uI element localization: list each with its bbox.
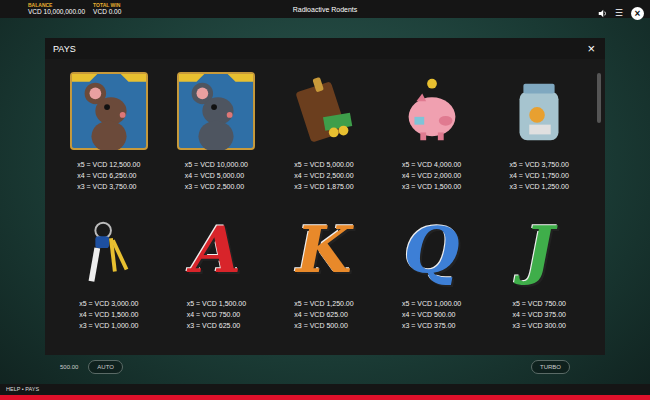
scroll-thumb[interactable]: [597, 73, 601, 123]
symbol-card: Ax5 = VCD 1,500.00x4 = VCD 750.00x3 = VC…: [163, 210, 271, 331]
breadcrumb: HELP • PAYS: [0, 384, 650, 395]
letter-symbol: Q: [404, 218, 460, 282]
paytable: x5 = VCD 12,500.00x4 = VCD 6,250.00x3 = …: [55, 71, 593, 347]
jar-icon: [500, 72, 578, 150]
game-controls: 500.00 AUTO TURBO: [0, 360, 650, 384]
symbol-card: x5 = VCD 3,000.00x4 = VCD 1,500.00x3 = V…: [55, 210, 163, 331]
piggy-bank-icon: [393, 72, 471, 150]
close-button[interactable]: ×: [587, 43, 595, 55]
top-bar: BALANCEVCD 10,000,000.00 TOTAL WINVCD 0.0…: [0, 0, 650, 18]
menu-button[interactable]: ☰: [615, 9, 623, 18]
symbol-card: Jx5 = VCD 750.00x4 = VCD 375.00x3 = VCD …: [485, 210, 593, 331]
pay-values: x5 = VCD 1,500.00x4 = VCD 750.00x3 = VCD…: [187, 298, 246, 331]
auto-button[interactable]: AUTO: [88, 360, 123, 374]
speaker-icon[interactable]: [598, 9, 607, 18]
close-game-button[interactable]: ×: [631, 7, 644, 20]
turbo-button[interactable]: TURBO: [531, 360, 570, 374]
wallet-icon: [285, 72, 363, 150]
pays-dialog: PAYS× x5 = VCD 12,500.00x4 = VCD 6,250.00…: [45, 38, 605, 355]
pay-values: x5 = VCD 10,000.00x4 = VCD 5,000.00x3 = …: [185, 159, 248, 192]
symbol-card: x5 = VCD 10,000.00x4 = VCD 5,000.00x3 = …: [163, 71, 271, 192]
keys-icon: [70, 211, 148, 289]
pay-values: x5 = VCD 12,500.00x4 = VCD 6,250.00x3 = …: [77, 159, 140, 192]
symbol-card: Kx5 = VCD 1,250.00x4 = VCD 625.00x3 = VC…: [270, 210, 378, 331]
accent-strip: [0, 395, 650, 400]
pay-values: x5 = VCD 3,000.00x4 = VCD 1,500.00x3 = V…: [79, 298, 138, 331]
game-title: Radioactive Rodents: [0, 6, 650, 13]
symbol-card: x5 = VCD 12,500.00x4 = VCD 6,250.00x3 = …: [55, 71, 163, 192]
dialog-header: PAYS×: [45, 38, 605, 59]
pay-values: x5 = VCD 1,000.00x4 = VCD 500.00x3 = VCD…: [402, 298, 461, 331]
pay-values: x5 = VCD 1,250.00x4 = VCD 625.00x3 = VCD…: [294, 298, 353, 331]
game-stage: 500.00 AUTO TURBO PAYS× x5 = VCD 12,500.00x4…: [0, 18, 650, 384]
letter-symbol: K: [296, 218, 352, 282]
pay-values: x5 = VCD 5,000.00x4 = VCD 2,500.00x3 = V…: [294, 159, 353, 192]
total-win: TOTAL WINVCD 0.00: [93, 2, 121, 16]
symbol-card: x5 = VCD 3,750.00x4 = VCD 1,750.00x3 = V…: [485, 71, 593, 192]
pay-values: x5 = VCD 4,000.00x4 = VCD 2,000.00x3 = V…: [402, 159, 461, 192]
game-screen: BALANCEVCD 10,000,000.00 TOTAL WINVCD 0.0…: [0, 0, 650, 400]
bet-value[interactable]: 500.00: [60, 364, 78, 370]
scrollbar[interactable]: [597, 71, 601, 347]
symbol-card: x5 = VCD 4,000.00x4 = VCD 2,000.00x3 = V…: [378, 71, 486, 192]
symbol-card: x5 = VCD 5,000.00x4 = VCD 2,500.00x3 = V…: [270, 71, 378, 192]
pay-values: x5 = VCD 3,750.00x4 = VCD 1,750.00x3 = V…: [510, 159, 569, 192]
pay-values: x5 = VCD 750.00x4 = VCD 375.00x3 = VCD 3…: [512, 298, 566, 331]
rat-icon: [70, 72, 148, 150]
symbol-card: Qx5 = VCD 1,000.00x4 = VCD 500.00x3 = VC…: [378, 210, 486, 331]
letter-symbol: J: [524, 218, 554, 282]
balance: BALANCEVCD 10,000,000.00: [28, 2, 85, 16]
rat-icon: [177, 72, 255, 150]
letter-symbol: A: [192, 218, 242, 282]
